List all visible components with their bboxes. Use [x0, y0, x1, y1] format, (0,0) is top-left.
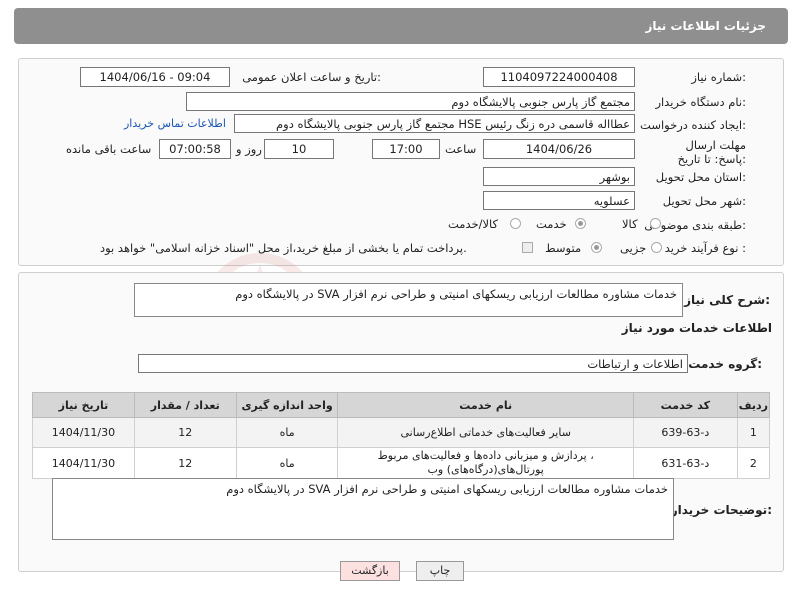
col-service-name: نام خدمت	[337, 392, 634, 418]
province-label: استان محل تحویل:	[655, 170, 746, 184]
deadline-time-label: ساعت	[445, 142, 477, 156]
col-service-code: کد خدمت	[632, 392, 738, 418]
remaining-time-field: 07:00:58	[159, 139, 231, 159]
table-row: 1404/11/30 12 ماه سایر فعالیت‌های خدماتی…	[32, 417, 771, 448]
cell-unit: ماه	[235, 417, 339, 448]
need-number-label: شماره نیاز:	[691, 70, 746, 84]
days-label: روز و	[236, 142, 262, 156]
process-medium-radio[interactable]	[591, 242, 602, 253]
buyer-org-label: نام دستگاه خریدار:	[655, 95, 746, 109]
process-minor-label: جزیی	[620, 241, 647, 255]
buyer-contact-link[interactable]: اطلاعات تماس خریدار	[124, 117, 226, 130]
print-button[interactable]: چاپ	[416, 561, 464, 581]
announce-field: 1404/06/16 - 09:04	[80, 67, 230, 87]
cell-date: 1404/11/30	[32, 417, 135, 448]
back-button[interactable]: بازگشت	[340, 561, 400, 581]
category-goods-service-label: کالا/خدمت	[448, 217, 499, 231]
cell-index: 1	[736, 417, 771, 448]
cell-name: پردازش و میزبانی داده‌ها و فعالیت‌های مر…	[337, 447, 634, 479]
buyer-notes-label: توضیحات خریدار:	[670, 503, 772, 517]
cell-qty: 12	[133, 447, 237, 479]
col-quantity: تعداد / مقدار	[133, 392, 237, 418]
process-minor-radio[interactable]	[651, 242, 662, 253]
col-need-date: تاریخ نیاز	[32, 392, 135, 418]
cell-name: سایر فعالیت‌های خدماتی اطلاع‌رسانی	[337, 417, 634, 448]
services-table: تاریخ نیاز تعداد / مقدار واحد اندازه گیر…	[32, 392, 771, 479]
col-unit: واحد اندازه گیری	[235, 392, 339, 418]
service-group-field: اطلاعات و ارتباطات	[138, 354, 688, 373]
creator-label: ایجاد کننده درخواست:	[640, 118, 746, 132]
need-number-field: 1104097224000408	[483, 67, 635, 87]
province-field: بوشهر	[483, 167, 635, 186]
cell-unit: ماه	[235, 447, 339, 479]
page-title: جزئیات اطلاعات نیاز	[645, 19, 766, 33]
cell-qty: 12	[133, 417, 237, 448]
buyer-org-field: مجتمع گاز پارس جنوبی پالایشگاه دوم	[186, 92, 635, 111]
process-medium-label: متوسط	[545, 241, 582, 255]
deadline-label: مهلت ارسال پاسخ: تا تاریخ:	[677, 138, 746, 166]
city-field: عسلویه	[483, 191, 635, 210]
category-goods-label: کالا	[622, 217, 638, 231]
days-remaining-field: 10	[264, 139, 334, 159]
services-section-title: اطلاعات خدمات مورد نیاز	[621, 321, 772, 335]
city-label: شهر محل تحویل:	[662, 194, 746, 208]
category-service-radio[interactable]	[575, 218, 586, 229]
services-table-header: تاریخ نیاز تعداد / مقدار واحد اندازه گیر…	[32, 392, 771, 418]
treasury-payment-note: پرداخت تمام یا بخشی از مبلغ خرید،از محل …	[100, 241, 467, 255]
deadline-time-field: 17:00	[372, 139, 440, 159]
table-row: 1404/11/30 12 ماه پردازش و میزبانی داده‌…	[32, 447, 771, 479]
creator-field: عطااله قاسمی دره زنگ رئیس HSE مجتمع گاز …	[234, 114, 635, 133]
page-header: جزئیات اطلاعات نیاز	[14, 8, 788, 44]
category-goods-service-radio[interactable]	[510, 218, 521, 229]
category-service-label: خدمت	[536, 217, 567, 231]
description-textarea[interactable]: خدمات مشاوره مطالعات ارزیابی ریسکهای امن…	[134, 283, 683, 317]
service-group-label: گروه خدمت:	[688, 357, 762, 371]
cell-date: 1404/11/30	[32, 447, 135, 479]
deadline-date-field: 1404/06/26	[483, 139, 635, 159]
announce-label: تاریخ و ساعت اعلان عمومی:	[242, 70, 381, 84]
cell-name-line1: پردازش و میزبانی داده‌ها و فعالیت‌های مر…	[377, 449, 594, 462]
category-goods-radio[interactable]	[650, 218, 661, 229]
cell-index: 2	[736, 447, 771, 479]
process-type-label: نوع فرآیند خرید :	[664, 241, 746, 255]
cell-code: د-63-639	[632, 417, 738, 448]
remaining-time-label: ساعت باقی مانده	[66, 142, 152, 156]
buyer-notes-textarea[interactable]: خدمات مشاوره مطالعات ارزیابی ریسکهای امن…	[52, 478, 674, 540]
description-label: شرح کلی نیاز:	[684, 293, 770, 307]
cell-name-line2: پورتال‌های(درگاه‌های) وب	[427, 463, 544, 476]
col-row-index: ردیف	[736, 392, 771, 418]
cell-code: د-63-631	[632, 447, 738, 479]
treasury-payment-checkbox[interactable]	[522, 242, 533, 253]
